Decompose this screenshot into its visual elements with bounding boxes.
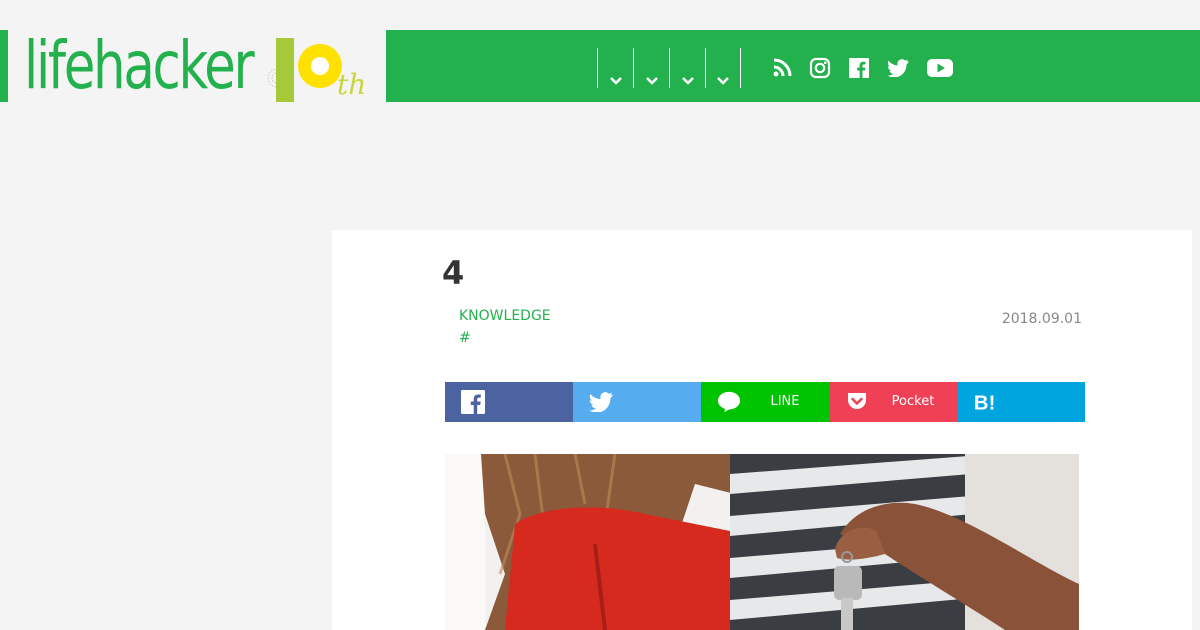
instagram-link[interactable]	[808, 56, 832, 80]
nav-dropdown-3[interactable]	[669, 48, 706, 88]
facebook-icon	[849, 58, 869, 78]
share-line-button[interactable]: LINE	[701, 382, 829, 422]
nav-dropdown-2[interactable]	[633, 48, 670, 88]
twitter-icon	[589, 390, 613, 414]
chevron-down-icon	[682, 77, 694, 85]
share-line-label: LINE	[770, 394, 800, 409]
share-buttons: LINE Pocket B!	[445, 382, 1085, 422]
twitter-link[interactable]	[886, 56, 910, 80]
nav-dropdown-4[interactable]	[705, 48, 741, 88]
top-navigation-bar	[386, 30, 1200, 102]
share-pocket-label: Pocket	[891, 394, 935, 409]
article-card: 4 KNOWLEDGE # 2018.09.01 LINE Pocket B!	[332, 230, 1192, 630]
share-twitter-button[interactable]	[573, 382, 701, 422]
article-title: 4	[442, 254, 465, 292]
logo-accent-bar	[0, 30, 8, 102]
share-pocket-button[interactable]: Pocket	[829, 382, 957, 422]
chevron-down-icon	[646, 77, 658, 85]
logo-wordmark: lifehacker	[24, 27, 255, 104]
article-date: 2018.09.01	[1001, 311, 1082, 327]
couple-with-keys-photo	[445, 454, 1079, 630]
tenth-anniversary-mark: th	[267, 38, 366, 102]
chevron-down-icon	[717, 77, 729, 85]
nav-dropdown-1[interactable]	[597, 48, 634, 88]
youtube-link[interactable]	[926, 56, 954, 80]
article-category-link[interactable]: KNOWLEDGE	[459, 308, 551, 324]
article-hero-image	[445, 454, 1079, 630]
site-logo[interactable]: lifehacker th	[0, 30, 386, 102]
share-hatena-button[interactable]: B!	[957, 382, 1085, 422]
rss-link[interactable]	[770, 56, 794, 80]
rss-icon	[773, 58, 792, 77]
instagram-icon	[809, 57, 831, 79]
logo-th-text: th	[337, 68, 366, 101]
article-tag-link[interactable]: #	[459, 330, 471, 346]
hatena-bookmark-icon: B!	[973, 390, 997, 414]
svg-text:B!: B!	[974, 392, 995, 414]
twitter-icon	[887, 59, 909, 77]
facebook-link[interactable]	[847, 56, 871, 80]
facebook-icon	[461, 390, 485, 414]
youtube-icon	[927, 59, 953, 77]
share-facebook-button[interactable]	[445, 382, 573, 422]
chevron-down-icon	[610, 77, 622, 85]
